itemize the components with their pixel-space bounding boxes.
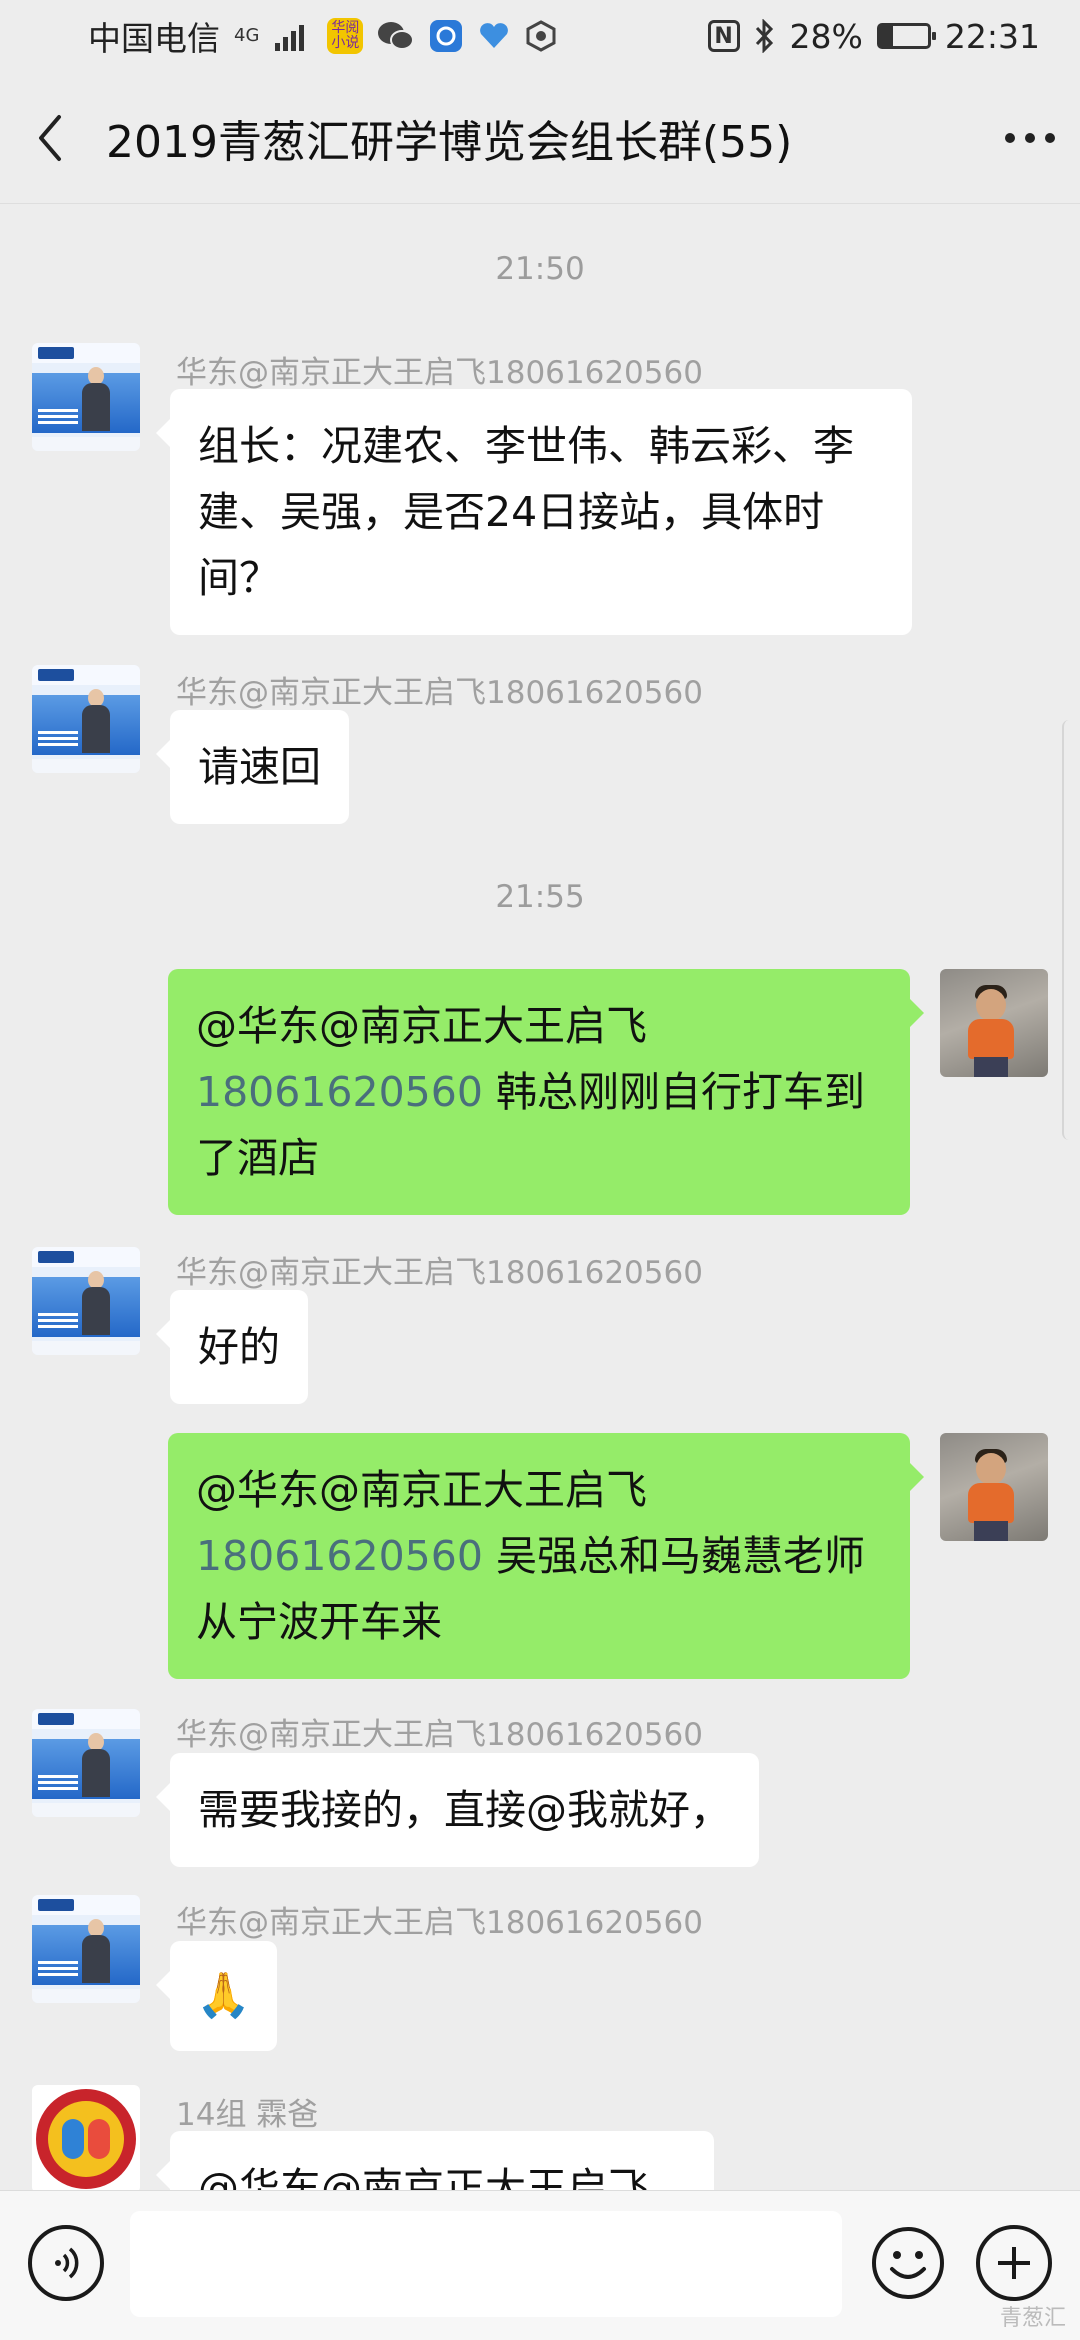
avatar-business-card[interactable] bbox=[32, 1247, 140, 1355]
wechat-icon bbox=[378, 22, 415, 50]
battery-percent: 28% bbox=[789, 16, 863, 56]
voice-input-button[interactable] bbox=[28, 2225, 104, 2301]
message-text: 需要我接的，直接@我就好， bbox=[198, 1786, 731, 1834]
battery-icon bbox=[876, 23, 936, 49]
back-button[interactable] bbox=[0, 72, 100, 204]
mention-prefix: @华东@南京正大王启飞 bbox=[196, 1002, 647, 1050]
message-bubble[interactable]: 组长：况建农、李世伟、韩云彩、李建、吴强，是否24日接站，具体时间？ bbox=[156, 389, 912, 635]
message-text: @华东@南京正大王启飞 bbox=[198, 2164, 649, 2190]
more-dots-icon bbox=[1005, 132, 1055, 143]
clock: 22:31 bbox=[944, 16, 1040, 56]
avatar-business-card[interactable] bbox=[32, 665, 140, 773]
voice-icon bbox=[55, 2247, 79, 2279]
signal-icon: 4G bbox=[234, 27, 259, 45]
nfc-label: N bbox=[714, 23, 733, 49]
sender-name: 华东@南京正大王启飞18061620560 bbox=[176, 1255, 703, 1291]
message-bubble[interactable]: 好的 bbox=[156, 1290, 308, 1404]
watermark: 青葱汇 bbox=[999, 2306, 1066, 2331]
avatar-group-logo[interactable] bbox=[32, 2085, 140, 2190]
input-bar: 青葱汇 bbox=[0, 2190, 1080, 2340]
sender-name: 华东@南京正大王启飞18061620560 bbox=[176, 675, 703, 711]
sender-name: 华东@南京正大王启飞18061620560 bbox=[176, 1717, 703, 1753]
shield-app-icon bbox=[526, 20, 556, 52]
message-text: 组长：况建农、李世伟、韩云彩、李建、吴强，是否24日接站，具体时间？ bbox=[198, 422, 854, 602]
avatar-business-card[interactable] bbox=[32, 343, 140, 451]
mention-phone-link[interactable]: 18061620560 bbox=[196, 1532, 483, 1580]
plus-icon bbox=[998, 2247, 1030, 2279]
signal-bars-icon bbox=[275, 25, 305, 51]
avatar-self[interactable] bbox=[940, 969, 1048, 1077]
status-left: 中国电信 4G 华阅小说 bbox=[88, 12, 557, 60]
message-list[interactable]: 21:50 华东@南京正大王启飞18061620560 组长：况建农、李世伟、韩… bbox=[0, 205, 1080, 2190]
browser-icon bbox=[430, 20, 463, 52]
carrier-name: 中国电信 bbox=[88, 19, 220, 58]
message-bubble[interactable]: @华东@南京正大王启飞 bbox=[156, 2131, 714, 2190]
message-bubble[interactable]: 需要我接的，直接@我就好， bbox=[156, 1753, 759, 1867]
message-text: 请速回 bbox=[198, 743, 321, 791]
nfc-icon: N bbox=[707, 20, 740, 52]
message-bubble-self[interactable]: @华东@南京正大王启飞 18061620560 韩总刚刚自行打车到了酒店 bbox=[168, 969, 924, 1215]
chat-title: 2019青葱汇研学博览会组长群(55) bbox=[106, 116, 793, 168]
status-right: N 28% 22:31 bbox=[707, 16, 1040, 56]
chevron-left-icon bbox=[39, 114, 61, 161]
message-text: 好的 bbox=[198, 1323, 280, 1371]
timestamp: 21:50 bbox=[495, 251, 585, 287]
sender-name: 华东@南京正大王启飞18061620560 bbox=[176, 1905, 703, 1941]
avatar-business-card[interactable] bbox=[32, 1895, 140, 2003]
more-options-button[interactable] bbox=[980, 72, 1080, 204]
avatar-self[interactable] bbox=[940, 1433, 1048, 1541]
chat-header: 2019青葱汇研学博览会组长群(55) bbox=[0, 72, 1080, 204]
more-actions-button[interactable] bbox=[976, 2225, 1052, 2301]
message-input[interactable] bbox=[130, 2211, 842, 2317]
status-bar: 中国电信 4G 华阅小说 N 28% 22:31 bbox=[0, 0, 1080, 72]
scrollbar[interactable] bbox=[1062, 720, 1076, 1140]
timestamp: 21:55 bbox=[495, 879, 585, 915]
sender-name: 华东@南京正大王启飞18061620560 bbox=[176, 355, 703, 391]
network-type: 4G bbox=[234, 25, 260, 46]
clap-emoji: 🙏 bbox=[196, 1970, 251, 2021]
mention-prefix: @华东@南京正大王启飞 bbox=[196, 1466, 647, 1514]
avatar-business-card[interactable] bbox=[32, 1709, 140, 1817]
reader-app-icon: 华阅小说 bbox=[327, 18, 364, 54]
sender-name: 14组 霖爸 bbox=[176, 2097, 319, 2133]
message-bubble[interactable]: 🙏 bbox=[156, 1941, 277, 2051]
message-bubble-self[interactable]: @华东@南京正大王启飞 18061620560 吴强总和马巍慧老师从宁波开车来 bbox=[168, 1433, 924, 1679]
message-bubble[interactable]: 请速回 bbox=[156, 710, 349, 824]
reader-app-label: 华阅小说 bbox=[331, 20, 360, 51]
battery-fill bbox=[879, 26, 894, 46]
heart-hand-icon bbox=[480, 23, 509, 48]
emoji-icon bbox=[872, 2227, 944, 2299]
mention-phone-link[interactable]: 18061620560 bbox=[196, 1068, 483, 1116]
emoji-button[interactable] bbox=[870, 2225, 946, 2301]
bluetooth-icon bbox=[755, 19, 773, 53]
